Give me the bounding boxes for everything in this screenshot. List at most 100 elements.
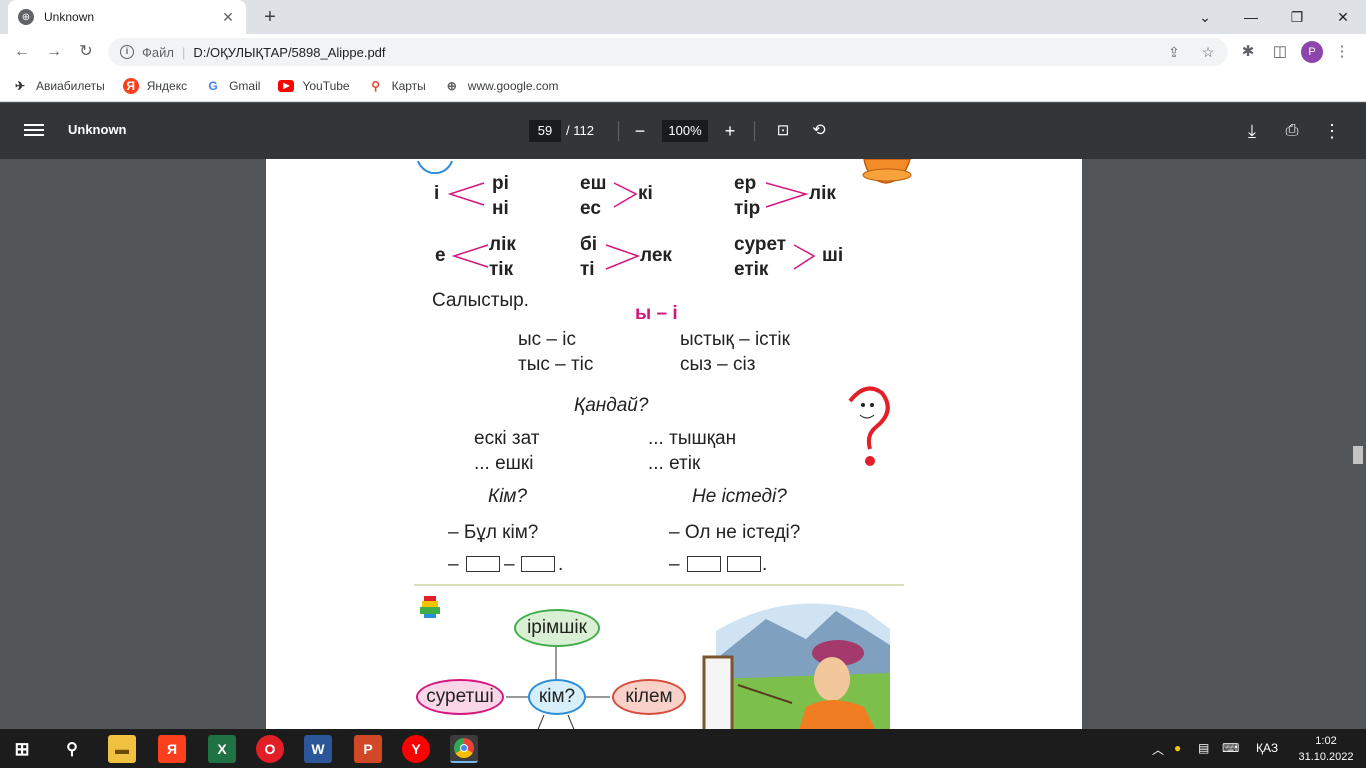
zoom-input[interactable]: 100% (662, 120, 708, 142)
file-explorer-icon[interactable]: ▬ (108, 735, 136, 763)
pdf-page: і рі ні еш ес кі ер тір лік е лік тік бі… (266, 159, 1082, 729)
bookmark-label: www.google.com (467, 78, 559, 93)
update-icon[interactable]: ● (1174, 741, 1181, 755)
info-icon[interactable]: i (120, 45, 134, 59)
rotate-icon[interactable]: ⟲ (807, 119, 831, 143)
browser-tab[interactable]: ⊕ Unknown ✕ (8, 0, 246, 34)
syllable: еш (580, 173, 607, 194)
excel-icon[interactable]: X (208, 735, 236, 763)
bookmark-star-icon[interactable]: ☆ (1200, 44, 1216, 60)
windows-start-icon[interactable]: ⊞ (8, 735, 36, 763)
close-tab-icon[interactable]: ✕ (220, 9, 236, 26)
page-number-input[interactable]: 59 (529, 120, 561, 142)
syllable: е (435, 245, 446, 266)
bookmark-aviabilety[interactable]: ✈ Авиабилеты (12, 78, 105, 94)
ne-question: – Ол не істеді? (669, 522, 801, 543)
vertical-scrollbar[interactable] (1350, 159, 1366, 729)
bookmark-label: Gmail (229, 78, 261, 93)
address-scheme: Файл (142, 44, 174, 60)
search-icon[interactable]: ⚲ (58, 735, 86, 763)
tab-search-icon[interactable]: ⌄ (1182, 0, 1228, 34)
profile-avatar[interactable]: P (1301, 41, 1323, 63)
menu-icon[interactable] (24, 121, 44, 141)
qandai-heading: Қандай? (574, 395, 649, 416)
youtube-icon: ▶ (278, 79, 295, 92)
address-separator: | (181, 44, 186, 60)
pdf-viewer[interactable]: і рі ні еш ес кі ер тір лік е лік тік бі… (0, 159, 1366, 729)
close-window-button[interactable]: ✕ (1320, 0, 1366, 34)
compare-word: сыз – сіз (680, 354, 756, 375)
globe-icon: ⊕ (18, 9, 34, 25)
share-icon[interactable]: ⇪ (1166, 44, 1182, 60)
syllable: ші (822, 245, 844, 266)
compare-word: тыс – тіс (518, 354, 594, 375)
forward-button[interactable]: → (42, 40, 66, 64)
kim-question: – Бұл кім? (448, 522, 539, 543)
globe-icon: ⊕ (446, 78, 457, 93)
syllable: лек (640, 245, 672, 266)
bookmark-label: Яндекс (146, 78, 188, 93)
address-bar[interactable]: i Файл | D:/ОҚУЛЫҚТАР/5898_Alippe.pdf ⇪ … (108, 38, 1228, 66)
zoom-out-button[interactable]: − (628, 119, 652, 143)
yandex-icon[interactable]: Y (402, 735, 430, 763)
bookmark-label: YouTube (302, 78, 350, 93)
print-icon[interactable]: ⎙ (1280, 119, 1304, 143)
bookmarks-bar: ✈ Авиабилеты Я Яндекс G Gmail ▶ YouTube … (0, 70, 1366, 102)
more-options-icon[interactable]: ⋮ (1320, 119, 1344, 143)
keyboard-icon[interactable]: ⌨ (1222, 741, 1239, 755)
word-icon[interactable]: W (304, 735, 332, 763)
reload-button[interactable]: ↻ (74, 40, 98, 64)
chrome-menu-icon[interactable]: ⋮ (1332, 42, 1352, 62)
restore-button[interactable]: ❐ (1274, 0, 1320, 34)
syllable: сурет (734, 234, 787, 255)
yandex-browser-icon[interactable]: Я (158, 735, 186, 763)
side-panel-icon[interactable]: ◫ (1270, 42, 1290, 62)
qandai-word: ... ешкі (474, 453, 534, 474)
bubble-center: кім? (528, 679, 586, 715)
download-icon[interactable]: ⤓ (1240, 119, 1264, 143)
period: . (762, 554, 768, 575)
answer-box (727, 556, 761, 572)
period: . (558, 554, 564, 575)
pdf-toolbar: Unknown 59 / 112 − 100% + ⊡ ⟲ ⤓ ⎙ ⋮ (0, 103, 1366, 159)
syllable: лік (809, 183, 836, 204)
bookmark-google[interactable]: ⊕ www.google.com (444, 78, 559, 94)
extensions-icon[interactable]: ✱ (1238, 42, 1258, 62)
fit-page-icon[interactable]: ⊡ (771, 119, 795, 143)
bookmark-gmail[interactable]: G Gmail (205, 78, 260, 94)
plane-icon: ✈ (14, 78, 26, 93)
zoom-in-button[interactable]: + (718, 119, 742, 143)
syllable: кі (638, 183, 653, 204)
bookmark-label: Авиабилеты (36, 78, 105, 93)
scrollbar-thumb[interactable] (1353, 446, 1363, 464)
qandai-word: ... тышқан (648, 428, 737, 449)
qandai-word: ескі зат (474, 428, 540, 449)
dash: – (669, 554, 680, 575)
clock-time: 1:02 (1315, 735, 1337, 747)
google-icon: G (208, 78, 218, 93)
bookmark-youtube[interactable]: ▶ YouTube (278, 78, 350, 93)
ne-istedi-heading: Не істеді? (692, 486, 787, 507)
yandex-icon: Я (122, 77, 139, 94)
clock-date: 31.10.2022 (1298, 751, 1354, 763)
notifications-icon[interactable]: ▤ (1198, 741, 1209, 755)
tab-title: Unknown (44, 10, 95, 24)
clock[interactable]: 1:02 31.10.2022 (1296, 733, 1356, 765)
qandai-word: ... етік (648, 453, 701, 474)
kim-heading: Кім? (488, 486, 528, 507)
new-tab-button[interactable]: + (258, 6, 282, 28)
tray-chevron-icon[interactable]: ︿ (1152, 741, 1164, 758)
pdf-title: Unknown (68, 122, 127, 137)
language-indicator[interactable]: ҚАЗ (1256, 741, 1278, 755)
opera-icon[interactable]: O (256, 735, 284, 763)
answer-box (466, 556, 500, 572)
chrome-icon[interactable] (450, 735, 478, 763)
back-button[interactable]: ← (10, 40, 34, 64)
powerpoint-icon[interactable]: P (354, 735, 382, 763)
bookmark-yandex[interactable]: Я Яндекс (122, 77, 188, 94)
dash: – (504, 554, 515, 575)
bookmark-maps[interactable]: ⚲ Карты (368, 78, 426, 94)
syllable: ер (734, 173, 757, 194)
page-total: / 112 (566, 123, 594, 138)
minimize-button[interactable]: — (1228, 0, 1274, 34)
